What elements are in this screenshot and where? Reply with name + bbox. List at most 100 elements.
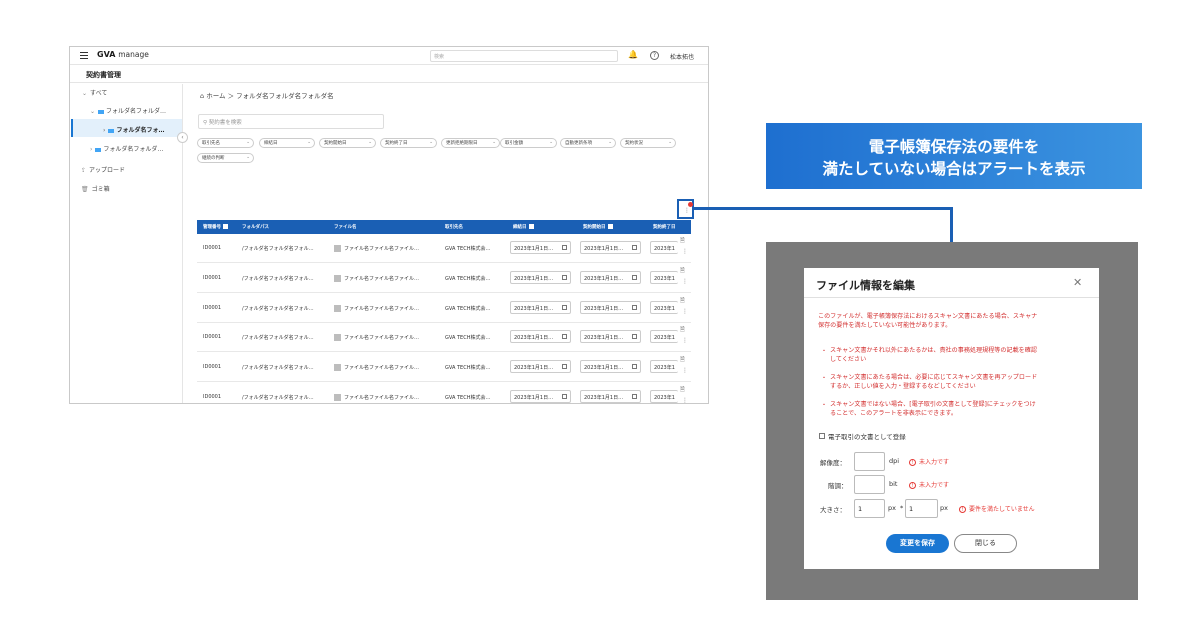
date-input[interactable]: 2023年1月1日… <box>580 241 641 254</box>
filter-chip[interactable]: 更新拒絶期限日 ⌄ <box>441 138 500 148</box>
help-icon[interactable]: ? <box>650 51 659 60</box>
date-input[interactable]: 2023年1月1日… <box>580 270 641 284</box>
document-icon[interactable]: 🗎 <box>680 355 685 365</box>
date-input[interactable]: 2023年1 <box>650 241 678 254</box>
more-vertical-icon[interactable]: ⋮ <box>682 278 688 285</box>
column-header[interactable]: 契約終了日 <box>653 224 676 230</box>
date-input[interactable]: 2023年1月1日… <box>510 300 571 314</box>
date-input[interactable]: 2023年1 <box>650 390 678 403</box>
cell-file-name[interactable]: ファイル名ファイル名ファイル… <box>334 304 419 312</box>
cell-file-name[interactable]: ファイル名ファイル名ファイル… <box>334 245 419 252</box>
resolution-input[interactable] <box>854 452 885 471</box>
dialog-title: ファイル情報を編集 <box>816 279 915 292</box>
filter-chip[interactable]: 継続の判断 ⌄ <box>197 153 254 163</box>
search-placeholder: 契約書を検索 <box>208 120 242 126</box>
document-icon[interactable]: 🗎 <box>680 236 685 246</box>
cell-file-name[interactable]: ファイル名ファイル名ファイル… <box>334 274 419 282</box>
sidebar-item-upload[interactable]: ⇪ アップロード <box>81 165 125 174</box>
table-header: 管理番号 フォルダパス ファイル名 取引先名 締結日 契約開始日 契約終了日 <box>197 220 691 234</box>
tree-item-folder-1[interactable]: ⌄ フォルダ名フォルダ… <box>90 106 166 115</box>
date-input[interactable]: 2023年1月1日… <box>580 300 641 314</box>
filter-chip[interactable]: 締結日 ⌄ <box>259 138 315 148</box>
document-icon[interactable]: 🗎 <box>680 296 685 306</box>
size-times: * <box>900 504 904 512</box>
filter-chip[interactable]: 取引金額 ⌄ <box>500 138 557 148</box>
column-header[interactable]: 締結日 <box>513 224 534 230</box>
size-height-input[interactable]: 1 <box>905 499 938 518</box>
sidebar-item-trash[interactable]: 🗑 ゴミ箱 <box>81 184 110 193</box>
date-input[interactable]: 2023年1 <box>650 300 678 314</box>
date-input[interactable]: 2023年1月1日… <box>580 390 641 403</box>
error-text: 未入力です <box>919 482 950 489</box>
cell-folder-path: /フォルダ名フォルダ名フォル… <box>242 395 314 401</box>
filter-chip[interactable]: 契約開始日 ⌄ <box>319 138 376 148</box>
table-row[interactable]: ID0001/フォルダ名フォルダ名フォル… ファイル名ファイル名ファイル… GVA … <box>197 353 691 383</box>
table-row[interactable]: ID0001/フォルダ名フォルダ名フォル… ファイル名ファイル名ファイル… GVA … <box>197 383 691 403</box>
document-icon[interactable]: 🗎 <box>680 325 685 335</box>
filter-label: 取引金額 <box>505 141 523 146</box>
column-header[interactable]: 契約開始日 <box>583 224 613 230</box>
column-header[interactable]: フォルダパス <box>242 224 269 230</box>
document-icon[interactable]: 🗎 <box>680 385 685 395</box>
app-logo[interactable]: GVA manage <box>97 50 149 59</box>
size-width-input[interactable]: 1 <box>854 499 885 518</box>
excel-file-icon <box>334 274 341 282</box>
more-vertical-icon[interactable]: ⋮ <box>682 308 688 315</box>
warning-bullet: してください <box>830 356 867 363</box>
table-row[interactable]: ID0001/フォルダ名フォルダ名フォル… ファイル名ファイル名ファイル… GVA … <box>197 234 691 263</box>
table-row[interactable]: ID0001/フォルダ名フォルダ名フォル… ファイル名ファイル名ファイル… GVA … <box>197 264 691 293</box>
gradation-error: ! 未入力です <box>909 480 949 489</box>
document-icon[interactable]: 🗎 <box>680 266 685 276</box>
global-search-input[interactable]: 検索 <box>430 50 618 62</box>
column-header[interactable]: 管理番号 <box>203 224 228 230</box>
date-input[interactable]: 2023年1 <box>650 360 678 374</box>
breadcrumb[interactable]: ⌂ ホーム ＞ フォルダ名フォルダ名フォルダ名 <box>200 90 334 100</box>
date-input[interactable]: 2023年1月1日… <box>510 241 571 254</box>
filter-chip[interactable]: 取引先名 ⌄ <box>197 138 254 148</box>
page-heading-bar: 契約書管理 <box>70 66 708 83</box>
tree-item-label: フォルダ名フォルダ… <box>106 108 167 115</box>
file-name-text: ファイル名ファイル名ファイル… <box>344 335 420 342</box>
user-name[interactable]: 松本拓也 <box>670 52 694 61</box>
column-header[interactable]: 取引先名 <box>445 224 463 230</box>
cell-id: ID0001 <box>203 304 222 311</box>
date-input[interactable]: 2023年1月1日… <box>580 360 641 374</box>
table-row[interactable]: ID0001/フォルダ名フォルダ名フォル… ファイル名ファイル名ファイル… GVA … <box>197 294 691 323</box>
close-button[interactable]: 閉じる <box>954 534 1017 553</box>
alert-more-button[interactable]: ⋮ <box>677 199 694 219</box>
chevron-down-icon: ⌄ <box>368 140 372 145</box>
date-input[interactable]: 2023年1月1日… <box>510 360 571 374</box>
cell-file-name[interactable]: ファイル名ファイル名ファイル… <box>334 334 420 342</box>
date-input[interactable]: 2023年1月1日… <box>510 330 571 344</box>
save-button[interactable]: 変更を保存 <box>886 534 949 553</box>
date-input[interactable]: 2023年1月1日… <box>510 270 571 284</box>
more-vertical-icon[interactable]: ⋮ <box>682 337 688 344</box>
filter-label: 契約状況 <box>625 141 643 146</box>
filter-chip[interactable]: 契約終了日 ⌄ <box>380 138 437 148</box>
gradation-input[interactable] <box>854 475 885 494</box>
filter-chip[interactable]: 契約状況 ⌄ <box>620 138 676 148</box>
cell-file-name[interactable]: ファイル名ファイル名ファイル… <box>334 364 419 372</box>
more-vertical-icon[interactable]: ⋮ <box>682 248 688 255</box>
contract-search-input[interactable]: ⚲ 契約書を検索 <box>198 114 384 129</box>
date-text: 2023年1月1日… <box>584 335 624 342</box>
file-name-text: ファイル名ファイル名ファイル… <box>344 246 420 252</box>
close-icon[interactable]: ✕ <box>1073 276 1082 289</box>
tree-item-folder-2[interactable]: › フォルダ名フォルダ… <box>90 144 163 153</box>
hamburger-menu-icon[interactable] <box>80 52 88 59</box>
more-vertical-icon[interactable]: ⋮ <box>682 367 688 374</box>
date-input[interactable]: 2023年1月1日… <box>580 330 641 344</box>
date-input[interactable]: 2023年1 <box>650 330 678 344</box>
tree-item-all[interactable]: ⌄ すべて <box>82 88 107 97</box>
filter-chip[interactable]: 自動更新条項 ⌄ <box>560 138 616 148</box>
cell-file-name[interactable]: ファイル名ファイル名ファイル… <box>334 394 419 401</box>
date-input[interactable]: 2023年1月1日… <box>510 390 571 403</box>
date-input[interactable]: 2023年1 <box>650 270 678 284</box>
more-vertical-icon[interactable]: ⋮ <box>682 397 688 403</box>
tree-item-folder-selected[interactable]: › フォルダ名フォ… <box>103 125 165 134</box>
electronic-transaction-checkbox[interactable] <box>819 433 825 439</box>
resolution-error: ! 未入力です <box>909 457 949 466</box>
table-row[interactable]: ID0001/フォルダ名フォルダ名フォル… ファイル名ファイル名ファイル… GVA … <box>197 323 691 353</box>
column-header[interactable]: ファイル名 <box>334 224 357 230</box>
notification-bell-icon[interactable]: 🔔 <box>628 50 638 59</box>
